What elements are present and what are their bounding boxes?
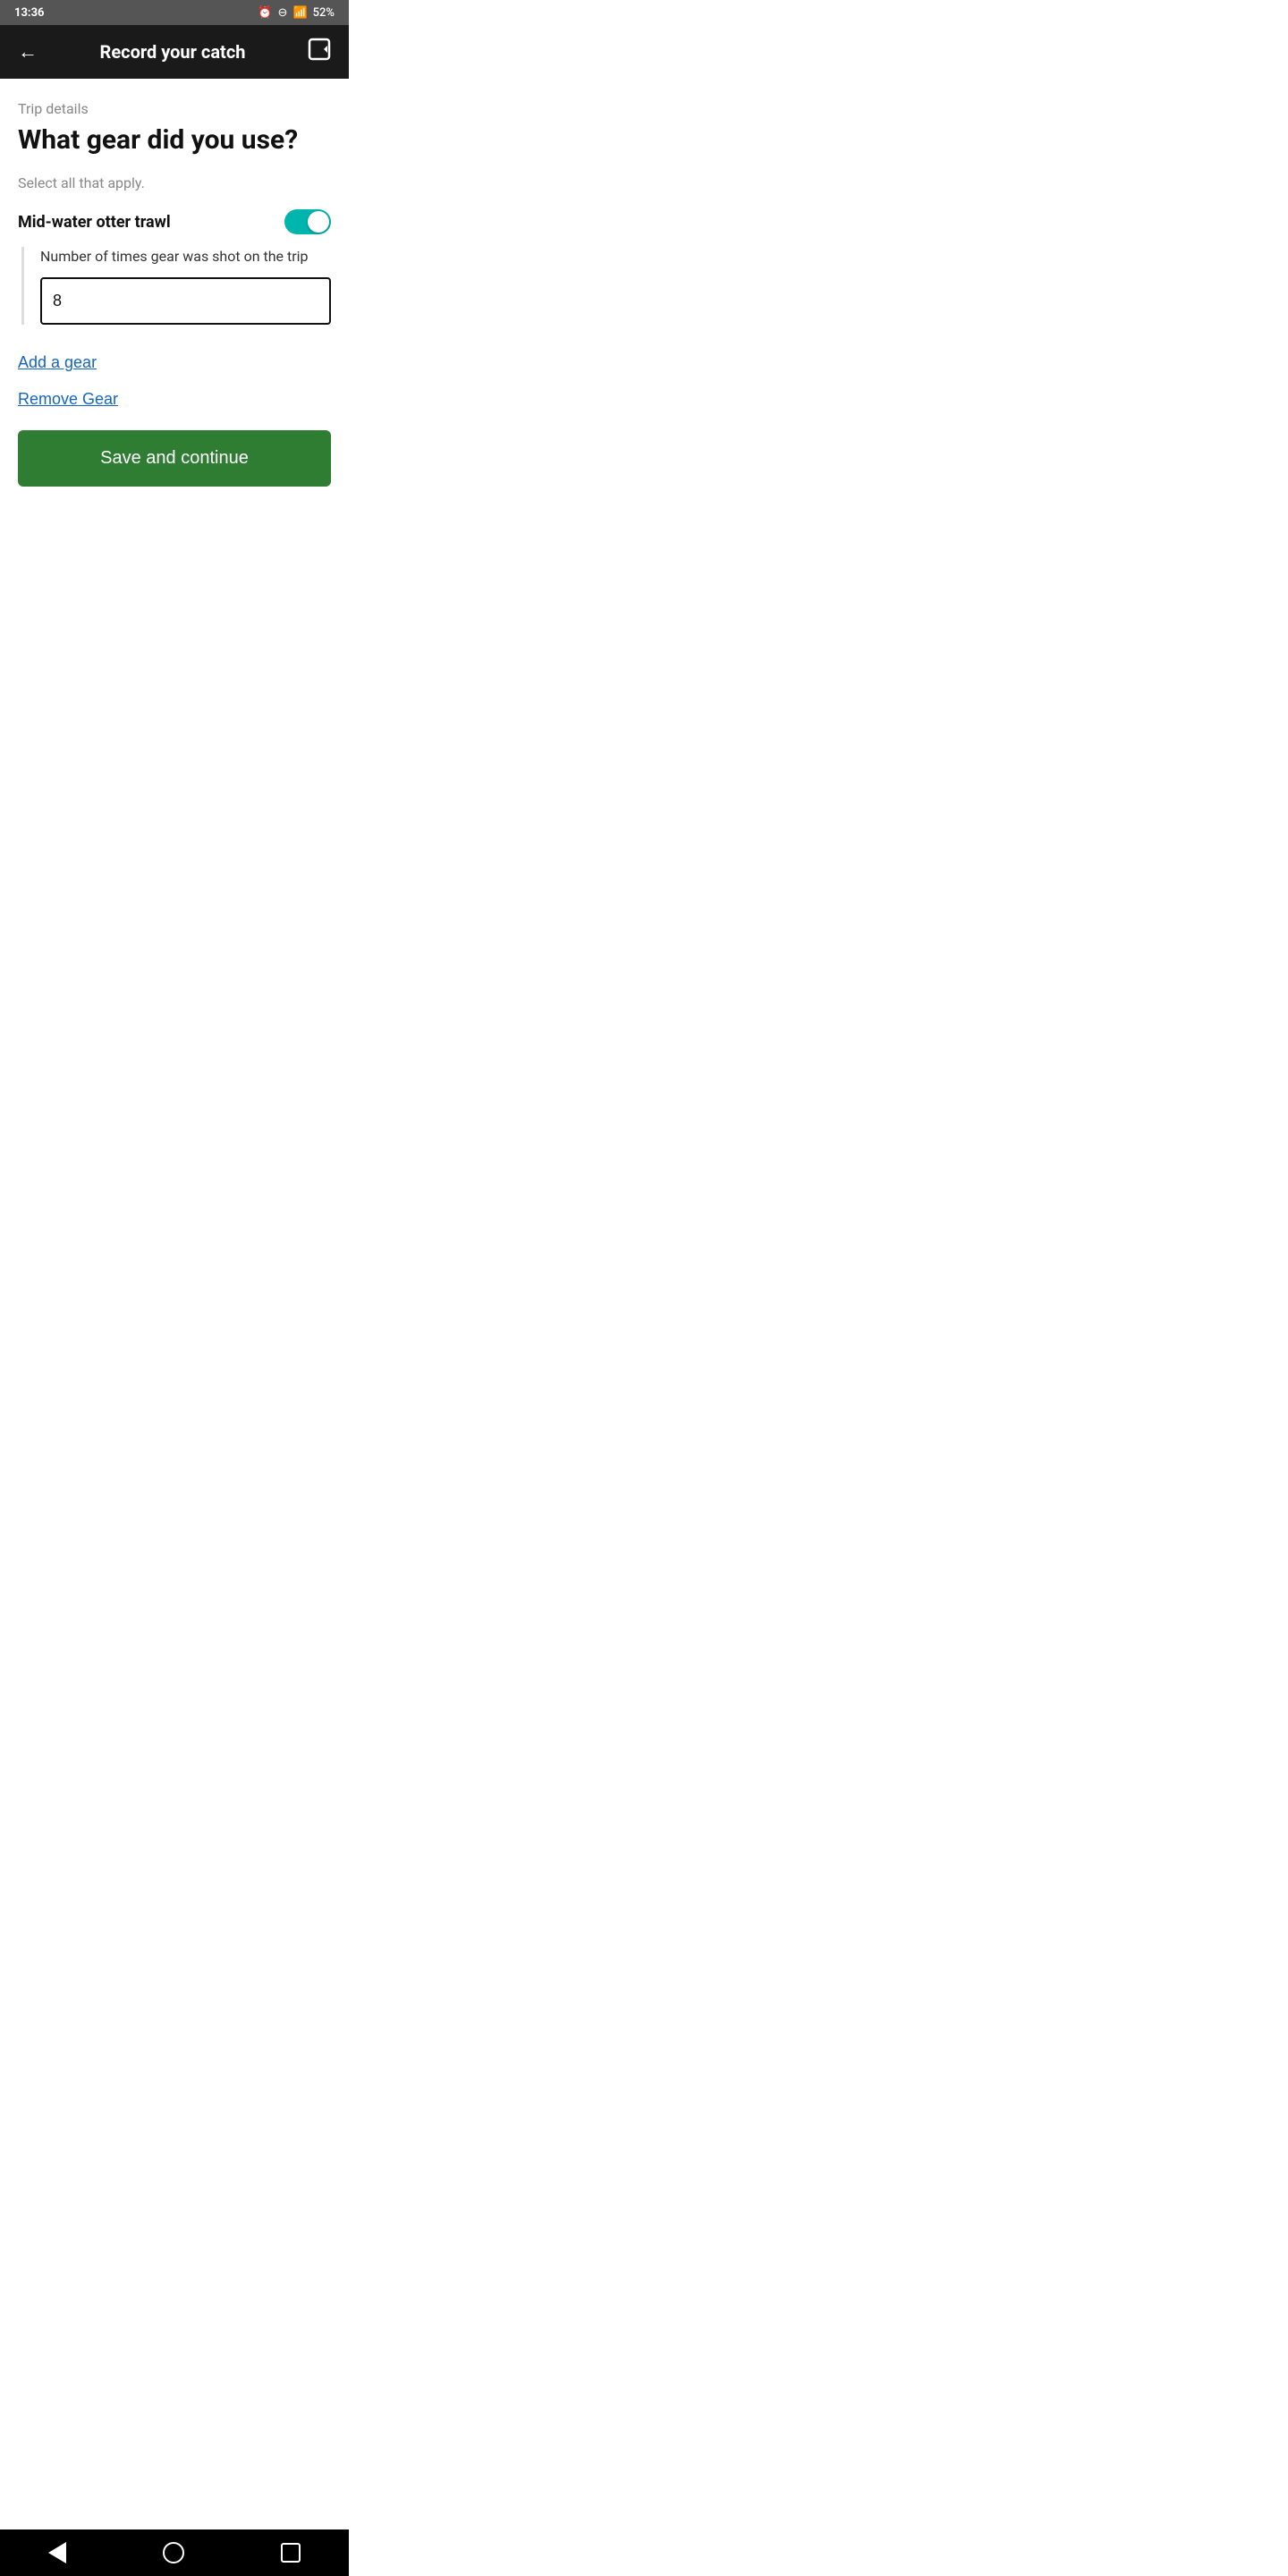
trip-details-label: Trip details — [18, 100, 331, 117]
bottom-nav — [0, 2529, 349, 2576]
status-bar: 13:36 ⏰ ⊖ 📶 52% — [0, 0, 349, 25]
page-title: What gear did you use? — [18, 124, 331, 157]
signal-icon: 📶 — [292, 6, 307, 20]
gear-toggle-row: Mid-water otter trawl — [18, 209, 331, 234]
add-gear-link[interactable]: Add a gear — [18, 353, 97, 372]
app-header: ← Record your catch — [0, 25, 349, 79]
remove-gear-link[interactable]: Remove Gear — [18, 390, 118, 409]
status-time: 13:36 — [14, 6, 45, 20]
links-section: Add a gear Remove Gear — [18, 353, 331, 409]
gear-detail-section: Number of times gear was shot on the tri… — [21, 247, 331, 325]
battery-icon: 52% — [313, 6, 335, 20]
nav-home-button[interactable] — [163, 2542, 184, 2563]
nav-recent-button[interactable] — [281, 2543, 301, 2563]
home-circle-icon — [163, 2542, 184, 2563]
minus-circle-icon: ⊖ — [278, 6, 288, 20]
back-triangle-icon — [48, 2542, 66, 2563]
main-content: Trip details What gear did you use? Sele… — [0, 79, 349, 522]
toggle-thumb — [308, 211, 329, 233]
save-continue-button[interactable]: Save and continue — [18, 430, 331, 487]
menu-icon[interactable] — [308, 38, 331, 66]
gear-detail-label: Number of times gear was shot on the tri… — [40, 247, 331, 267]
nav-back-button[interactable] — [48, 2542, 66, 2563]
select-all-label: Select all that apply. — [18, 174, 331, 191]
gear-toggle[interactable] — [284, 209, 331, 234]
header-title: Record your catch — [100, 41, 246, 63]
recent-square-icon — [281, 2543, 301, 2563]
gear-shots-input[interactable] — [40, 277, 331, 325]
status-icons: ⏰ ⊖ 📶 52% — [258, 6, 335, 20]
gear-name: Mid-water otter trawl — [18, 213, 171, 232]
alarm-icon: ⏰ — [258, 6, 272, 20]
back-button[interactable]: ← — [18, 40, 38, 64]
